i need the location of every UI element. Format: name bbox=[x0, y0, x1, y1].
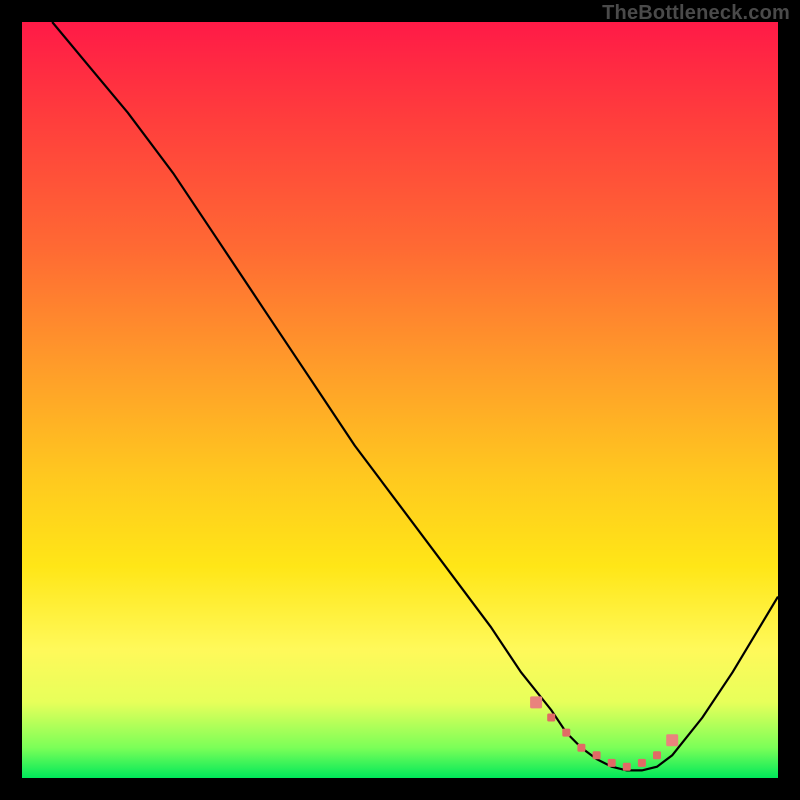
marker-point bbox=[562, 729, 570, 737]
marker-point bbox=[577, 744, 585, 752]
curve-overlay bbox=[22, 22, 778, 778]
marker-point bbox=[653, 751, 661, 759]
bottleneck-curve bbox=[52, 22, 778, 770]
marker-point bbox=[547, 714, 555, 722]
attribution-text: TheBottleneck.com bbox=[602, 2, 790, 25]
marker-point bbox=[593, 751, 601, 759]
marker-point bbox=[530, 696, 542, 708]
marker-point bbox=[608, 759, 616, 767]
chart-container: TheBottleneck.com bbox=[0, 0, 800, 800]
marker-point bbox=[666, 734, 678, 746]
marker-point bbox=[638, 759, 646, 767]
optimum-markers bbox=[530, 696, 678, 770]
marker-point bbox=[623, 763, 631, 771]
